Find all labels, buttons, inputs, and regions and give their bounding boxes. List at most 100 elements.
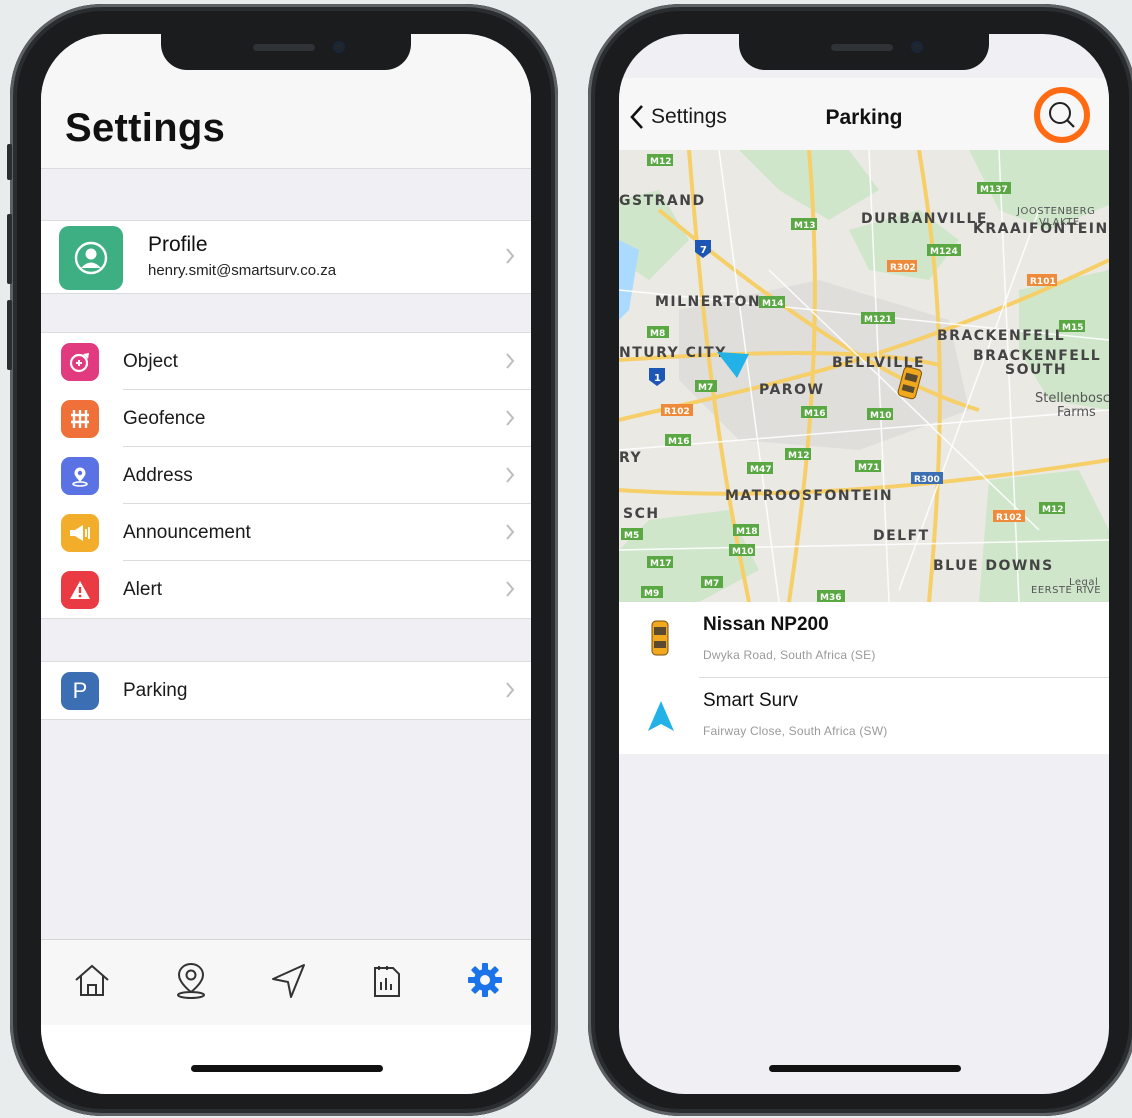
svg-text:M7: M7: [704, 579, 719, 589]
svg-text:M17: M17: [650, 559, 671, 569]
svg-text:M121: M121: [864, 315, 892, 325]
phone-frame-left: Settings Profile henry.smit@smartsurv.co…: [7, 4, 558, 1116]
settings-item-label: Parking: [123, 680, 188, 701]
settings-gear-icon[interactable]: [465, 960, 505, 1000]
svg-text:R302: R302: [890, 263, 916, 273]
vehicle-row-nissan[interactable]: Nissan NP200 Dwyka Road, South Africa (S…: [619, 602, 1109, 678]
svg-text:M36: M36: [820, 593, 841, 602]
map-label: DELFT: [873, 528, 930, 544]
vehicle-name: Smart Surv: [703, 690, 799, 711]
map-label: BLUE DOWNS: [933, 558, 1054, 574]
chevron-right-icon: [506, 524, 515, 540]
page-title: Settings: [65, 106, 226, 150]
map-label: VLAKTE: [1039, 217, 1080, 228]
settings-item-announcement[interactable]: Announcement: [41, 504, 531, 561]
object-icon: [61, 343, 99, 381]
search-icon[interactable]: [1033, 86, 1091, 144]
vehicle-address: Fairway Close, South Africa (SW): [703, 724, 888, 738]
settings-item-address[interactable]: Address: [41, 447, 531, 504]
map-label: SCH: [623, 506, 660, 522]
svg-text:M14: M14: [762, 299, 783, 309]
svg-text:M12: M12: [788, 451, 809, 461]
address-pin-icon: [61, 457, 99, 495]
volume-up-button: [7, 214, 12, 284]
map-view[interactable]: GSTRAND DURBANVILLE KRAAIFONTEIN MILNERT…: [619, 150, 1109, 602]
map-label: SOUTH: [1005, 362, 1067, 378]
chevron-right-icon: [506, 353, 515, 369]
svg-text:M47: M47: [750, 465, 771, 475]
svg-text:M18: M18: [736, 527, 757, 537]
svg-text:1: 1: [654, 373, 661, 384]
vehicle-list: Nissan NP200 Dwyka Road, South Africa (S…: [619, 602, 1109, 754]
chevron-right-icon: [506, 682, 515, 698]
map-label: Farms: [1057, 405, 1096, 420]
settings-item-label: Announcement: [123, 522, 251, 543]
settings-item-label: Address: [123, 465, 193, 486]
mute-switch: [7, 144, 12, 180]
vehicle-name: Nissan NP200: [703, 614, 829, 635]
map-label: BRACKENFELL: [937, 328, 1065, 344]
settings-item-object[interactable]: Object: [41, 333, 531, 390]
parking-screen: Settings Parking GSTRAND DURBANVILLE KRA…: [619, 34, 1109, 1094]
location-pin-icon[interactable]: [171, 960, 211, 1000]
profile-email: henry.smit@smartsurv.co.za: [148, 262, 337, 279]
map-label: MILNERTON: [655, 294, 761, 310]
map-label: PAROW: [759, 382, 824, 398]
svg-text:M12: M12: [1042, 505, 1063, 515]
alert-triangle-icon: [61, 571, 99, 609]
svg-text:M8: M8: [650, 329, 665, 339]
svg-text:M15: M15: [1062, 323, 1083, 333]
notch: [739, 34, 989, 70]
volume-down-button: [7, 300, 12, 370]
settings-screen: Settings Profile henry.smit@smartsurv.co…: [41, 34, 531, 1094]
svg-text:M13: M13: [794, 221, 815, 231]
yellow-car-icon: [651, 620, 669, 656]
profile-row[interactable]: Profile henry.smit@smartsurv.co.za: [41, 221, 531, 293]
svg-text:7: 7: [700, 245, 707, 256]
tab-bar: [41, 939, 531, 1026]
settings-item-label: Alert: [123, 579, 163, 600]
profile-group: Profile henry.smit@smartsurv.co.za: [41, 220, 531, 294]
svg-text:R300: R300: [914, 475, 940, 485]
settings-item-geofence[interactable]: Geofence: [41, 390, 531, 447]
svg-text:M16: M16: [804, 409, 825, 419]
chevron-right-icon: [506, 581, 515, 597]
home-indicator[interactable]: [769, 1065, 961, 1072]
phone-frame-right: Settings Parking GSTRAND DURBANVILLE KRA…: [588, 4, 1132, 1116]
settings-item-alert[interactable]: Alert: [41, 561, 531, 618]
home-icon[interactable]: [72, 960, 112, 1000]
home-indicator[interactable]: [191, 1065, 383, 1072]
parking-icon: P: [61, 672, 99, 710]
svg-text:M16: M16: [668, 437, 689, 447]
user-avatar-icon: [59, 226, 123, 290]
svg-text:R101: R101: [1030, 277, 1056, 287]
navigation-arrow-icon[interactable]: [269, 960, 309, 1000]
report-icon[interactable]: [367, 960, 407, 1000]
vehicle-address: Dwyka Road, South Africa (SE): [703, 648, 876, 662]
parking-group: P Parking: [41, 661, 531, 720]
svg-text:M10: M10: [870, 411, 891, 421]
svg-text:M71: M71: [858, 463, 879, 473]
settings-item-parking[interactable]: P Parking: [41, 662, 531, 719]
chevron-right-icon: [506, 467, 515, 483]
megaphone-icon: [61, 514, 99, 552]
map-label: GSTRAND: [619, 193, 706, 209]
chevron-right-icon: [506, 410, 515, 426]
chevron-right-icon: [506, 248, 515, 264]
svg-text:M137: M137: [980, 185, 1008, 195]
vehicle-row-smart-surv[interactable]: Smart Surv Fairway Close, South Africa (…: [619, 678, 1109, 754]
settings-item-label: Geofence: [123, 408, 206, 429]
home-indicator-area: [41, 1025, 531, 1094]
map-label: JOOSTENBERG: [1016, 206, 1095, 217]
map-legal-link: Legal: [1069, 577, 1098, 588]
settings-items-group: Object Geofence Address Announcement Ale…: [41, 332, 531, 619]
svg-text:R102: R102: [996, 513, 1022, 523]
map-label: RY: [619, 450, 642, 466]
svg-text:M12: M12: [650, 157, 671, 167]
map-label: Stellenbosc: [1035, 391, 1109, 406]
map-label: MATROOSFONTEIN: [725, 488, 893, 504]
svg-text:M124: M124: [930, 247, 958, 257]
svg-text:M7: M7: [698, 383, 713, 393]
map-label: DURBANVILLE: [861, 211, 988, 227]
map-label: NTURY CITY: [619, 345, 727, 361]
